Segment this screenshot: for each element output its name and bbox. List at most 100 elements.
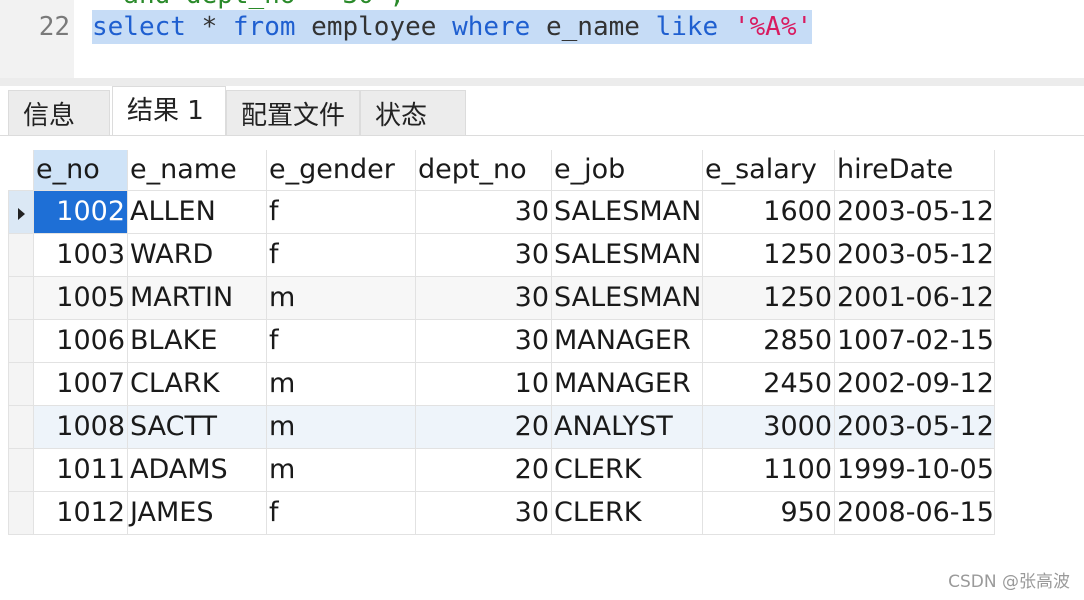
tab-status[interactable]: 状态 [360,90,466,136]
cell-e-job[interactable]: SALESMAN [551,189,703,234]
cell-dept-no[interactable]: 10 [415,361,552,406]
cell-e-no[interactable]: 1006 [33,318,128,363]
cell-e-job[interactable]: MANAGER [551,361,703,406]
cell-dept-no[interactable]: 20 [415,404,552,449]
cell-hiredate[interactable]: 2003-05-12 [834,189,995,234]
cell-e-salary[interactable]: 1100 [702,447,835,492]
cell-e-salary[interactable]: 1250 [702,275,835,320]
cell-e-job[interactable]: SALESMAN [551,275,703,320]
cell-e-gender[interactable]: f [266,189,416,234]
table-name-token: employee [295,12,453,42]
string-literal: '%A%' [733,12,813,42]
row-header[interactable] [8,490,34,535]
cell-e-no[interactable]: 1002 [33,189,128,234]
cell-hiredate[interactable]: 2003-05-12 [834,232,995,277]
cell-e-salary[interactable]: 1600 [702,189,835,234]
table-row[interactable]: 1008 SACTT m 20 ANALYST 3000 2003-05-12 [8,404,995,449]
cell-e-job[interactable]: CLERK [551,490,703,535]
tab-result-1[interactable]: 结果 1 [112,86,226,136]
cell-e-name[interactable]: MARTIN [127,275,267,320]
tab-profile[interactable]: 配置文件 [226,90,360,136]
cell-e-salary[interactable]: 1250 [702,232,835,277]
table-row[interactable]: 1006 BLAKE f 30 MANAGER 2850 1007-02-15 [8,318,995,363]
line-number-gutter: 22 [0,0,74,78]
cell-dept-no[interactable]: 30 [415,318,552,363]
row-header[interactable] [8,447,34,492]
table-row[interactable]: 1012 JAMES f 30 CLERK 950 2008-06-15 [8,490,995,535]
cell-e-name[interactable]: JAMES [127,490,267,535]
cell-e-gender[interactable]: m [266,361,416,406]
cell-e-name[interactable]: SACTT [127,404,267,449]
column-header[interactable]: e_job [551,150,703,191]
row-header[interactable] [8,232,34,277]
selected-code-line[interactable]: select * from employee where e_name like… [92,10,813,44]
cell-e-name[interactable]: ALLEN [127,189,267,234]
cell-e-no[interactable]: 1007 [33,361,128,406]
cell-e-job[interactable]: CLERK [551,447,703,492]
cell-dept-no[interactable]: 20 [415,447,552,492]
cell-dept-no[interactable]: 30 [415,275,552,320]
table-row[interactable]: 1011 ADAMS m 20 CLERK 1100 1999-10-05 [8,447,995,492]
cell-e-gender[interactable]: f [266,490,416,535]
cell-e-name[interactable]: WARD [127,232,267,277]
cell-e-no[interactable]: 1003 [33,232,128,277]
cell-e-salary[interactable]: 2450 [702,361,835,406]
column-header[interactable]: e_no [33,150,128,191]
cell-hiredate[interactable]: 2003-05-12 [834,404,995,449]
cell-dept-no[interactable]: 30 [415,189,552,234]
column-header[interactable]: dept_no [415,150,552,191]
cell-e-gender[interactable]: f [266,232,416,277]
cell-e-no[interactable]: 1008 [33,404,128,449]
cell-e-name[interactable]: BLAKE [127,318,267,363]
row-header[interactable] [8,361,34,406]
cell-dept-no[interactable]: 30 [415,490,552,535]
tab-divider [0,135,1084,136]
cell-e-name[interactable]: CLARK [127,361,267,406]
cell-hiredate[interactable]: 2008-06-15 [834,490,995,535]
current-row-arrow-icon [17,208,25,220]
table-row[interactable]: 1007 CLARK m 10 MANAGER 2450 2002-09-12 [8,361,995,406]
table-row[interactable]: 1005 MARTIN m 30 SALESMAN 1250 2001-06-1… [8,275,995,320]
cell-e-no[interactable]: 1005 [33,275,128,320]
column-header[interactable]: e_gender [266,150,416,191]
table-row[interactable]: 1003 WARD f 30 SALESMAN 1250 2003-05-12 [8,232,995,277]
row-header[interactable] [8,318,34,363]
row-header[interactable] [8,404,34,449]
cell-e-no[interactable]: 1012 [33,490,128,535]
cell-e-job[interactable]: MANAGER [551,318,703,363]
column-name-token: e_name [530,12,656,42]
column-header[interactable]: e_name [127,150,267,191]
cell-hiredate[interactable]: 1999-10-05 [834,447,995,492]
cell-e-gender[interactable]: f [266,318,416,363]
sql-editor[interactable]: 22 and dept_no = 30 ; select * from empl… [0,0,1084,78]
keyword-from: from [232,12,296,42]
cell-e-gender[interactable]: m [266,404,416,449]
cell-e-salary[interactable]: 950 [702,490,835,535]
result-tab-bar: 信息 结果 1 配置文件 状态 [0,86,1084,136]
grid-corner [8,150,34,190]
row-header[interactable] [8,189,34,234]
cell-e-gender[interactable]: m [266,275,416,320]
cell-hiredate[interactable]: 1007-02-15 [834,318,995,363]
tab-info[interactable]: 信息 [8,90,110,136]
column-header[interactable]: hireDate [834,150,995,191]
cell-e-job[interactable]: ANALYST [551,404,703,449]
keyword-select: select [92,12,186,42]
column-header[interactable]: e_salary [702,150,835,191]
cell-e-salary[interactable]: 3000 [702,404,835,449]
cell-e-job[interactable]: SALESMAN [551,232,703,277]
cell-e-gender[interactable]: m [266,447,416,492]
grid-header-row: e_no e_name e_gender dept_no e_job e_sal… [8,150,995,191]
cell-hiredate[interactable]: 2002-09-12 [834,361,995,406]
cell-dept-no[interactable]: 30 [415,232,552,277]
table-row[interactable]: 1002 ALLEN f 30 SALESMAN 1600 2003-05-12 [8,189,995,234]
editor-splitter[interactable] [0,78,1084,86]
cell-e-name[interactable]: ADAMS [127,447,267,492]
cell-hiredate[interactable]: 2001-06-12 [834,275,995,320]
watermark: CSDN @张高波 [948,572,1070,592]
result-grid: e_no e_name e_gender dept_no e_job e_sal… [8,150,995,535]
cell-e-no[interactable]: 1011 [33,447,128,492]
cell-e-salary[interactable]: 2850 [702,318,835,363]
row-header[interactable] [8,275,34,320]
